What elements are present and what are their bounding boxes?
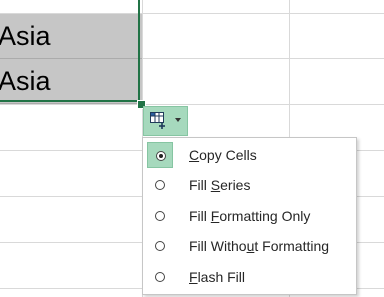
menu-item-label: Flash Fill [189, 269, 246, 285]
menu-item-label: Fill Formatting Only [189, 208, 311, 224]
radio-container [147, 203, 173, 229]
menu-item-fill-without-formatting[interactable]: Fill Without Formatting [145, 231, 354, 261]
menu-item-label: Copy Cells [189, 147, 257, 163]
menu-item-copy-cells[interactable]: Copy Cells [145, 140, 354, 170]
autofill-options-icon [150, 112, 165, 129]
spreadsheet-grid[interactable]: Asia Asia Copy Cells Fill Series Fill Fo… [0, 0, 384, 297]
cell-value: Asia [0, 66, 51, 96]
menu-item-flash-fill[interactable]: Flash Fill [145, 262, 354, 292]
menu-item-label: Fill Without Formatting [189, 238, 330, 254]
radio-container [147, 233, 173, 259]
menu-item-label: Fill Series [189, 177, 251, 193]
cell-value: Asia [0, 21, 51, 51]
cell-asia-2[interactable]: Asia [0, 59, 142, 104]
radio-icon[interactable] [155, 272, 165, 282]
radio-selected-icon[interactable] [156, 151, 166, 161]
chevron-down-icon [175, 118, 181, 122]
menu-item-fill-series[interactable]: Fill Series [145, 170, 354, 200]
radio-highlight [147, 142, 173, 168]
radio-icon[interactable] [155, 241, 165, 251]
radio-container [147, 264, 173, 290]
row-divider [0, 104, 384, 105]
auto-fill-options-menu: Copy Cells Fill Series Fill Formatting O… [142, 137, 357, 295]
cell-asia-1[interactable]: Asia [0, 14, 142, 59]
menu-item-fill-formatting-only[interactable]: Fill Formatting Only [145, 201, 354, 231]
radio-icon[interactable] [155, 211, 165, 221]
auto-fill-options-button[interactable] [143, 106, 188, 136]
radio-icon[interactable] [155, 180, 165, 190]
radio-container [147, 172, 173, 198]
